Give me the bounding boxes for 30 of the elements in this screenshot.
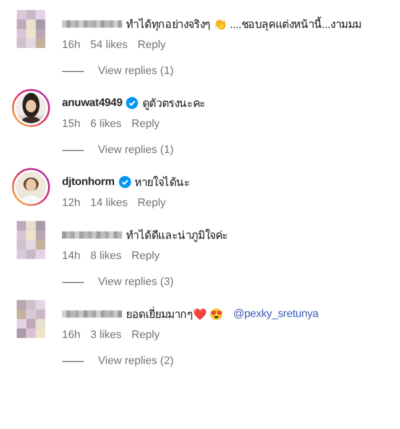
comment-text: ทำได้ทุกอย่างจริงๆ 👏 ....ชอบลุคแต่งหน้านี้...งามมม (126, 15, 362, 33)
likes-count[interactable]: 14 likes (90, 197, 128, 209)
likes-count[interactable]: 3 likes (90, 329, 122, 341)
blurred-username (62, 18, 122, 30)
reply-link[interactable]: Reply (132, 250, 160, 262)
reply-link[interactable]: Reply (132, 329, 160, 341)
username[interactable]: anuwat4949 (62, 97, 122, 109)
blurred-username (62, 229, 122, 241)
comment-time: 12h (62, 197, 80, 209)
comment-text: ดูตัวตรงนะคะ (142, 97, 206, 112)
likes-count[interactable]: 54 likes (90, 39, 128, 51)
reply-link[interactable]: Reply (132, 118, 160, 130)
view-replies-link[interactable]: View replies (1) (98, 144, 174, 156)
comment-time: 15h (62, 118, 80, 130)
comment-time: 14h (62, 250, 80, 262)
comment-time: 16h (62, 329, 80, 341)
comment-text: ยอดเยี่ยมมากๆ❤ 😍 (126, 305, 224, 323)
likes-count[interactable]: 8 likes (90, 250, 122, 262)
view-replies-link[interactable]: View replies (1) (98, 65, 174, 77)
reply-link[interactable]: Reply (138, 39, 166, 51)
reply-link[interactable]: Reply (138, 197, 166, 209)
comment-time: 16h (62, 39, 80, 51)
comment-text: หายใจได้นะ (134, 175, 190, 191)
view-replies-link[interactable]: View replies (3) (98, 276, 174, 288)
blurred-username (62, 308, 122, 320)
username[interactable]: djtonhorm (62, 176, 115, 188)
mention-link[interactable]: @pexky_sretunya (233, 308, 318, 320)
view-replies-link[interactable]: View replies (2) (98, 355, 174, 367)
likes-count[interactable]: 6 likes (90, 118, 122, 130)
comment-text: ทำได้ดีและน่าภูมิใจค่ะ (126, 228, 228, 244)
